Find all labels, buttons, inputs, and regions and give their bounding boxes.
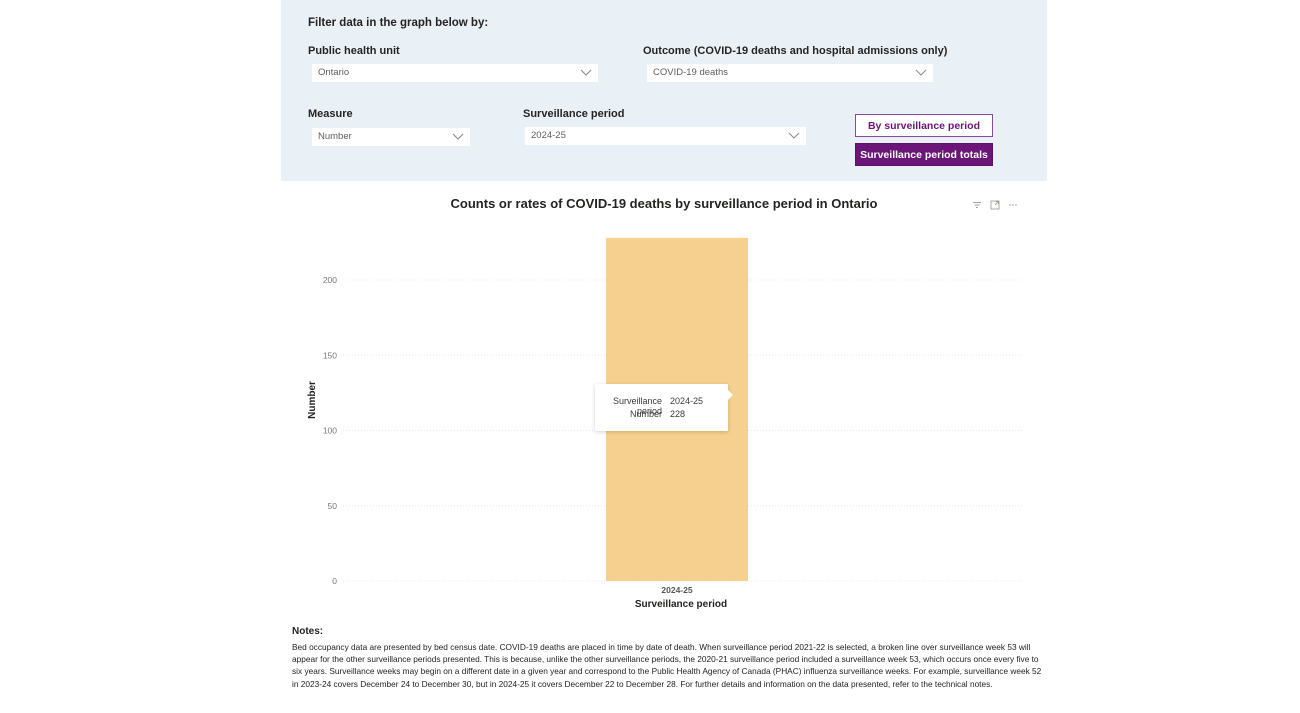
tooltip-key: Number	[629, 409, 662, 419]
y-tick-label: 200	[323, 275, 337, 285]
notes-section: Notes: Bed occupancy data are presented …	[292, 626, 1042, 690]
chevron-down-icon	[788, 132, 800, 139]
focus-mode-icon[interactable]	[990, 197, 1000, 210]
chevron-down-icon	[580, 69, 592, 76]
notes-body: Bed occupancy data are presented by bed …	[292, 642, 1042, 689]
x-axis-label: Surveillance period	[635, 599, 727, 610]
tooltip-row: Number 228	[595, 409, 685, 419]
outcome-value: COVID-19 deaths	[653, 67, 728, 78]
y-tick-label: 50	[328, 501, 338, 511]
outcome-label: Outcome (COVID-19 deaths and hospital ad…	[643, 45, 948, 57]
chart-title: Counts or rates of COVID-19 deaths by su…	[450, 196, 878, 211]
measure-dropdown[interactable]: Number	[312, 128, 470, 146]
chevron-down-icon	[452, 133, 464, 140]
y-axis-label: Number	[307, 381, 318, 419]
more-options-icon[interactable]	[1008, 197, 1018, 207]
public-health-unit-label: Public health unit	[308, 45, 400, 57]
outcome-dropdown[interactable]: COVID-19 deaths	[647, 64, 933, 82]
public-health-unit-value: Ontario	[318, 67, 350, 78]
tooltip-value: 228	[670, 409, 686, 419]
by-surveillance-period-button[interactable]: By surveillance period	[855, 114, 993, 137]
filter-icon[interactable]	[972, 197, 982, 208]
y-tick-label: 0	[332, 576, 337, 586]
surveillance-period-label: Surveillance period	[523, 108, 625, 120]
surveillance-period-dropdown[interactable]: 2024-25	[525, 127, 806, 145]
measure-label: Measure	[308, 108, 353, 120]
chevron-down-icon	[915, 69, 927, 76]
y-tick-label: 150	[323, 350, 337, 360]
data-tooltip: Surveillance period 2024-25 Number 228	[595, 384, 733, 431]
public-health-unit-dropdown[interactable]: Ontario	[312, 64, 598, 82]
filter-panel: Filter data in the graph below by: Publi…	[281, 0, 1047, 181]
y-tick-label: 100	[323, 426, 337, 436]
x-tick-label: 2024-25	[661, 585, 692, 595]
visual-header	[972, 197, 1018, 210]
filter-heading: Filter data in the graph below by:	[308, 17, 489, 29]
surveillance-period-totals-button[interactable]: Surveillance period totals	[855, 143, 993, 166]
notes-title: Notes:	[292, 626, 324, 637]
measure-value: Number	[318, 131, 352, 142]
surveillance-period-value: 2024-25	[531, 130, 566, 141]
